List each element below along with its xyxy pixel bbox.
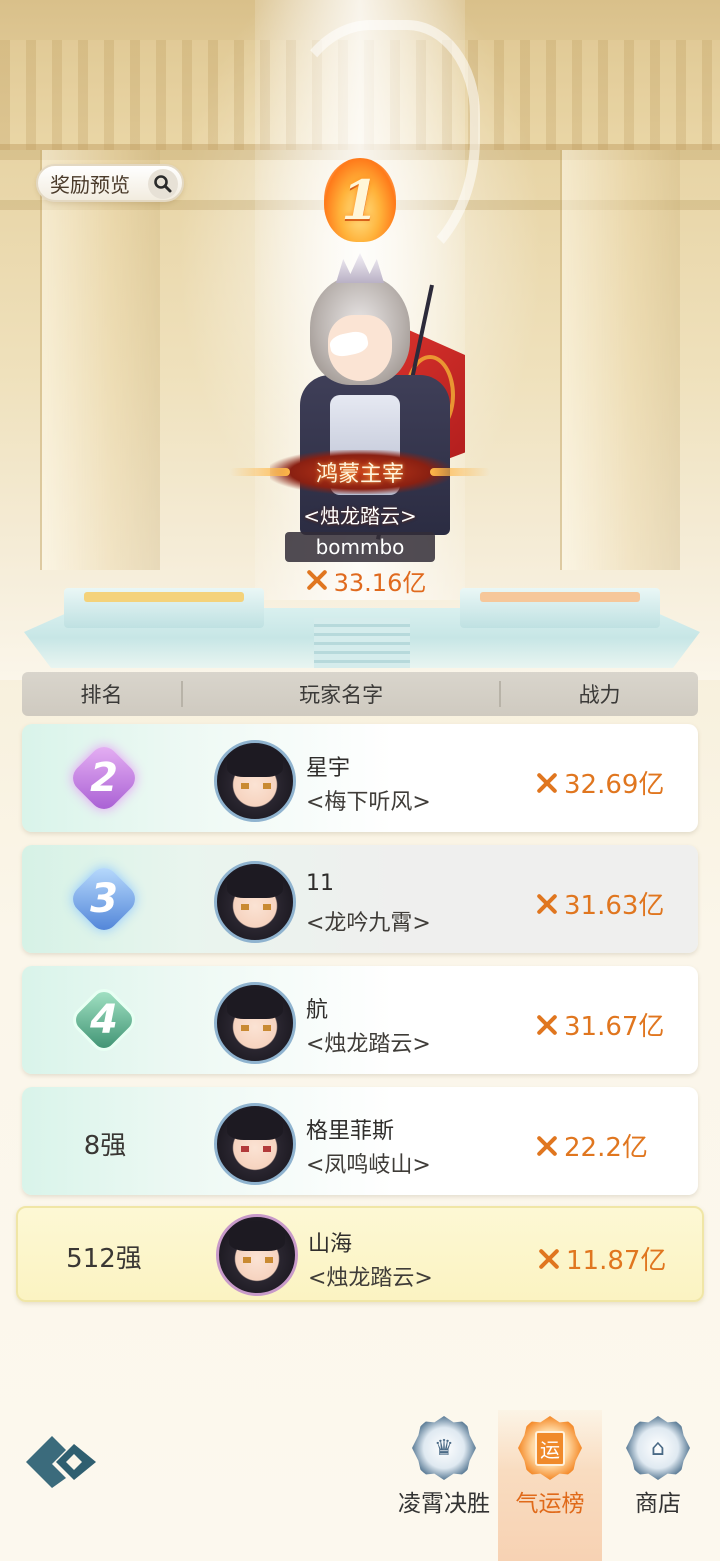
- my-rank-label: 512强: [66, 1244, 142, 1274]
- player-power: 22.2亿: [534, 1127, 648, 1164]
- player-guild: <龙吟九霄>: [306, 911, 431, 936]
- ranking-table-header: 排名 玩家名字 战力: [22, 672, 698, 716]
- rank-badge: 4: [67, 983, 141, 1057]
- rank-badge: 2: [67, 741, 141, 815]
- rank-number: 3: [90, 876, 118, 922]
- player-power-value: 22.2亿: [564, 1133, 648, 1163]
- player-power: 32.69亿: [534, 764, 664, 801]
- tab-shop[interactable]: ⌂ 商店: [606, 1410, 710, 1561]
- crossed-swords-icon: [534, 771, 560, 795]
- tab-fortune[interactable]: 运 气运榜: [498, 1410, 602, 1561]
- tab-lingxiao[interactable]: ♛ 凌霄决胜: [392, 1410, 496, 1561]
- my-name: 山海: [308, 1232, 353, 1257]
- diamond-logo-icon: [26, 1436, 96, 1488]
- player-avatar[interactable]: [214, 861, 296, 943]
- ranking-row[interactable]: 8强 格里菲斯 <凤鸣岐山> 22.2亿: [22, 1087, 698, 1195]
- crossed-swords-icon: [534, 1134, 560, 1158]
- my-avatar[interactable]: [216, 1214, 298, 1296]
- crossed-swords-icon: [534, 1013, 560, 1037]
- rank-badge: 3: [67, 862, 141, 936]
- rank-number: 2: [90, 755, 118, 801]
- temple-pillar: [40, 150, 160, 570]
- champion-guild: <烛龙踏云>: [303, 504, 417, 528]
- my-guild: <烛龙踏云>: [308, 1266, 433, 1291]
- header-power: 战力: [578, 683, 621, 707]
- champion-name: bommbo: [285, 532, 435, 562]
- ranking-row[interactable]: 2 星宇 <梅下听风> 32.69亿: [22, 724, 698, 832]
- player-name: 11: [306, 871, 334, 896]
- my-power: 11.87亿: [536, 1240, 666, 1277]
- champion-title-plate: 鸿蒙主宰: [230, 450, 450, 494]
- champion-title: 鸿蒙主宰: [315, 462, 404, 487]
- tab-fortune-label: 气运榜: [515, 1491, 585, 1517]
- player-power-value: 31.67亿: [564, 1012, 665, 1042]
- my-power-value: 11.87亿: [566, 1246, 667, 1276]
- jade-podium: [24, 588, 700, 678]
- tab-lingxiao-label: 凌霄决胜: [398, 1491, 490, 1517]
- header-rank: 排名: [80, 683, 123, 707]
- player-name: 星宇: [306, 756, 351, 781]
- search-icon: [148, 169, 178, 199]
- crown-icon: [336, 253, 384, 283]
- player-name: 航: [306, 998, 329, 1023]
- ranking-row[interactable]: 4 航 <烛龙踏云> 31.67亿: [22, 966, 698, 1074]
- temple-pillar: [560, 150, 680, 570]
- rank-1-badge: 1: [318, 150, 402, 250]
- header-player: 玩家名字: [299, 683, 384, 707]
- ranking-row[interactable]: 3 11 <龙吟九霄> 31.63亿: [22, 845, 698, 953]
- rank-number: 4: [90, 997, 118, 1043]
- rank-1-number: 1: [341, 168, 379, 232]
- tab-shop-label: 商店: [635, 1491, 681, 1517]
- my-ranking-row[interactable]: 512强 山海 <烛龙踏云> 11.87亿: [16, 1206, 704, 1302]
- player-guild: <凤鸣岐山>: [306, 1153, 431, 1178]
- player-power-value: 31.63亿: [564, 891, 665, 921]
- player-avatar[interactable]: [214, 982, 296, 1064]
- shop-icon: ⌂: [626, 1416, 690, 1480]
- menu-logo-button[interactable]: [22, 1430, 100, 1494]
- player-power-value: 32.69亿: [564, 770, 665, 800]
- crossed-swords-icon: [534, 892, 560, 916]
- reward-preview-label: 奖励预览: [50, 172, 130, 197]
- player-power: 31.67亿: [534, 1006, 664, 1043]
- player-guild: <梅下听风>: [306, 790, 431, 815]
- player-power: 31.63亿: [534, 885, 664, 922]
- player-avatar[interactable]: [214, 740, 296, 822]
- player-name: 格里菲斯: [306, 1119, 395, 1144]
- reward-preview-button[interactable]: 奖励预览: [36, 164, 184, 202]
- player-guild: <烛龙踏云>: [306, 1032, 431, 1057]
- crossed-swords-icon: [536, 1247, 562, 1271]
- trophy-icon: ♛: [412, 1416, 476, 1480]
- fortune-icon: 运: [518, 1416, 582, 1480]
- rank-label: 8强: [83, 1131, 127, 1161]
- player-avatar[interactable]: [214, 1103, 296, 1185]
